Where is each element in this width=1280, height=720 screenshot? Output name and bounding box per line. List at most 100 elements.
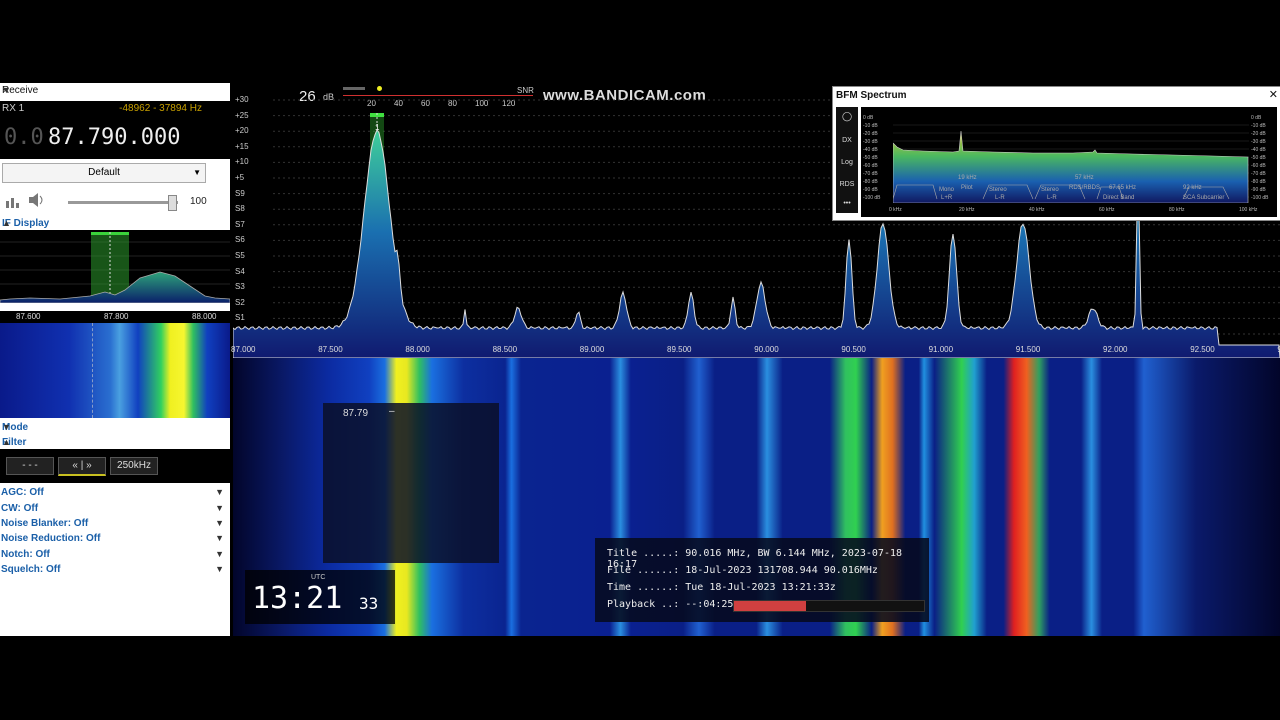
receive-header[interactable]: Receive ▼ ✕ [0, 83, 230, 99]
info-playback: Playback ..: --:04:25 [607, 599, 734, 610]
chevron-down-icon[interactable]: ▼ [215, 533, 224, 543]
filter-250khz-button[interactable]: 250kHz [110, 457, 158, 475]
mode-header[interactable]: Mode ▼ [0, 420, 230, 436]
preset-value: Default [88, 167, 120, 178]
chevron-down-icon[interactable]: ▼ [215, 549, 224, 559]
bfm-db-label: -30 dB [1251, 139, 1266, 145]
offset-readout: -48962 - 37894 Hz [119, 103, 202, 114]
filter-mid-button[interactable]: « | » [58, 457, 106, 476]
playback-progress-bar[interactable] [733, 600, 925, 612]
noise-blanker-option[interactable]: Noise Blanker: Off [1, 518, 88, 529]
if-freq-label: 87.600 [16, 312, 41, 321]
bfm-db-label: 0 dB [1251, 115, 1262, 121]
bfm-freq-label: 80 kHz [1169, 207, 1185, 213]
rx-label: RX 1 [2, 103, 25, 114]
bfm-band-label: L-R [995, 195, 1005, 201]
freq-tick-label: 91.500 [1015, 345, 1041, 354]
bfm-freq-label: 0 kHz [889, 207, 902, 213]
bfm-db-label: -100 dB [863, 195, 881, 201]
chevron-down-icon[interactable]: ▼ [215, 503, 224, 513]
bfm-db-label: -60 dB [863, 163, 878, 169]
if-freq-label: 88.000 [192, 312, 217, 321]
bfm-band-label: 67.65 kHz [1109, 185, 1137, 191]
bfm-band-label: Pilot [961, 185, 973, 191]
waterfall-display[interactable]: 87.79 – UTC 13:21 33 Title .....: 90.016… [233, 358, 1280, 636]
chevron-up-icon[interactable]: ▲ [2, 437, 224, 447]
rds-button[interactable]: RDS [838, 177, 856, 193]
bfm-title: BFM Spectrum [836, 90, 907, 101]
close-icon[interactable]: ✕ [2, 85, 232, 96]
bfm-db-label: -100 dB [1251, 195, 1269, 201]
volume-slider[interactable] [68, 195, 178, 211]
bfm-band-label: SCA Subcarrier [1183, 195, 1225, 201]
volume-value: 100 [190, 196, 207, 207]
chevron-down-icon[interactable]: ▼ [2, 422, 224, 432]
bfm-band-label: 92 kHz [1183, 185, 1202, 191]
bfm-db-label: 0 dB [863, 115, 874, 121]
bfm-db-label: -40 dB [1251, 147, 1266, 153]
if-freq-label: 87.800 [104, 312, 129, 321]
freq-tick-label: 92.000 [1103, 345, 1128, 354]
clock-timezone: UTC [311, 574, 326, 581]
bfm-freq-label: 60 kHz [1099, 207, 1115, 213]
bfm-freq-label: 40 kHz [1029, 207, 1045, 213]
chevron-down-icon[interactable]: ▼ [215, 487, 224, 497]
bfm-band-label: RDS/RBDS [1069, 185, 1101, 191]
bfm-db-label: -80 dB [1251, 179, 1266, 185]
freq-tick-label: 92.500 [1190, 345, 1215, 354]
log-button[interactable]: Log [838, 155, 856, 171]
bfm-db-label: -90 dB [1251, 187, 1266, 193]
if-freq-axis: 87.600 87.800 88.000 [0, 311, 230, 323]
bfm-freq-label: 100 kHz [1239, 207, 1258, 213]
bfm-spectrum-window: BFM Spectrum ✕ ◯ DX Log RDS ••• 0 dB -10 … [832, 86, 1280, 221]
receiver-panel: Receive ▼ ✕ RX 1 -48962 - 37894 Hz 0.0 8… [0, 83, 231, 636]
chevron-down-icon[interactable]: ▼ [215, 564, 224, 574]
bfm-db-label: -40 dB [863, 147, 878, 153]
bfm-band-label: 19 kHz [958, 175, 977, 181]
preset-dropdown[interactable]: Default ▼ [2, 163, 206, 183]
close-icon[interactable]: ✕ [1269, 88, 1278, 101]
bfm-db-label: -10 dB [1251, 123, 1266, 129]
bfm-plot-area: 0 dB -10 dB -20 dB -30 dB -40 dB -50 dB -60 dB… [861, 107, 1277, 217]
cursor-tooltip: 87.79 – [323, 403, 499, 563]
dx-button[interactable]: DX [838, 133, 856, 149]
frequency-value[interactable]: 87.790.000 [48, 125, 180, 150]
marker-label: 1 [375, 123, 380, 132]
agc-option[interactable]: AGC: Off [1, 487, 44, 498]
filter-narrow-button[interactable]: - - - [6, 457, 54, 475]
if-waterfall[interactable] [0, 323, 230, 418]
bfm-db-label: -50 dB [863, 155, 878, 161]
record-icon[interactable]: ◯ [838, 111, 856, 127]
info-file: File ......: 18-Jul-2023 131708.944 90.0… [607, 565, 878, 576]
volume-handle[interactable] [168, 195, 177, 211]
bfm-band-label: Stereo [989, 187, 1007, 193]
bfm-band-label: 57 kHz [1075, 175, 1094, 181]
cw-option[interactable]: CW: Off [1, 503, 38, 514]
recording-info-panel: Title .....: 90.016 MHz, BW 6.144 MHz, 2… [595, 538, 929, 622]
frequency-display: RX 1 -48962 - 37894 Hz 0.0 87.790.000 [0, 101, 230, 159]
bfm-db-label: -70 dB [863, 171, 878, 177]
filter-bar: - - - « | » 250kHz [0, 449, 230, 483]
freq-tick-label: 89.500 [667, 345, 692, 354]
noise-reduction-option[interactable]: Noise Reduction: Off [1, 533, 100, 544]
more-button[interactable]: ••• [838, 197, 856, 211]
collapse-icon[interactable]: ▲ [2, 218, 224, 228]
notch-option[interactable]: Notch: Off [1, 549, 50, 560]
bfm-db-label: -20 dB [863, 131, 878, 137]
bfm-band-label: Mono [939, 187, 955, 193]
bfm-band-label: L-R [1047, 195, 1057, 201]
bfm-db-label: -60 dB [1251, 163, 1266, 169]
bfm-db-label: -90 dB [863, 187, 878, 193]
utc-clock: UTC 13:21 33 [245, 570, 395, 624]
bfm-band-label: Direct Band [1103, 195, 1135, 201]
frequency-dim: 0.0 [4, 125, 44, 150]
chevron-down-icon[interactable]: ▼ [215, 518, 224, 528]
clock-hours-minutes: 13:21 [252, 581, 343, 616]
levels-icon[interactable] [6, 195, 20, 208]
freq-tick-label: 87.500 [318, 345, 343, 354]
squelch-option[interactable]: Squelch: Off [1, 564, 60, 575]
freq-tick-label: 89.000 [579, 345, 605, 354]
if-spectrum[interactable] [0, 230, 231, 304]
playback-progress-fill [734, 601, 807, 611]
speaker-icon[interactable] [28, 193, 46, 207]
